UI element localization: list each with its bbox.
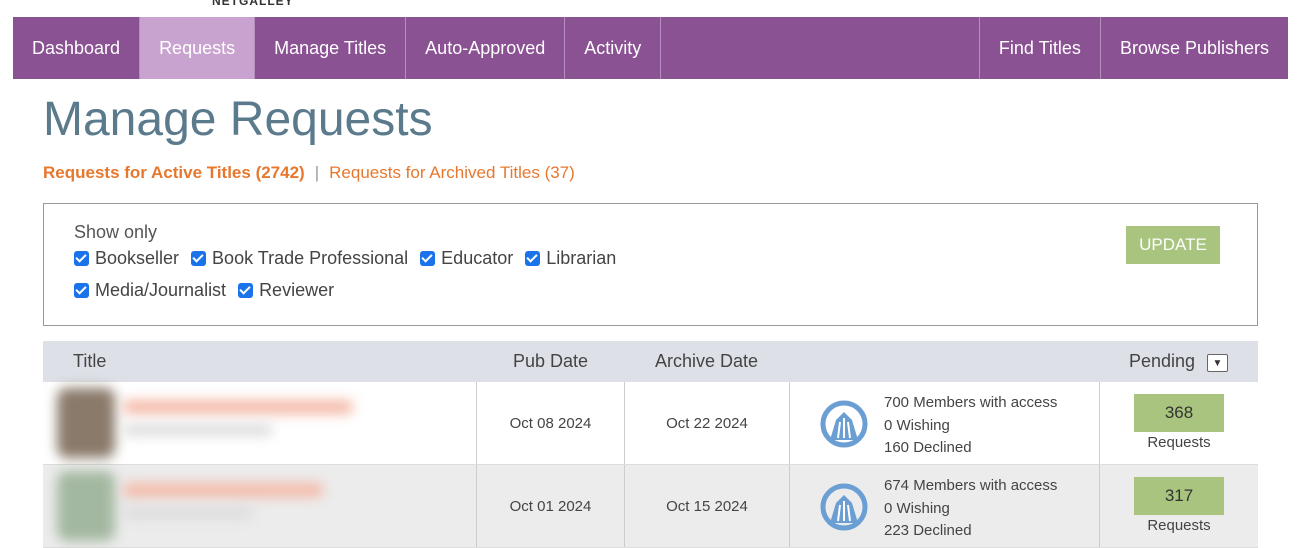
checkbox-checked-icon[interactable]	[420, 251, 436, 266]
stats-cell: 674 Members with access 0 Wishing 223 De…	[790, 465, 1100, 547]
table-header: Title Pub Date Archive Date Pending ▼	[43, 341, 1258, 382]
pending-cell: 368 Requests	[1100, 382, 1258, 464]
table-row[interactable]: Oct 08 2024 Oct 22 2024 700 Members with…	[43, 382, 1258, 465]
declined-count: 223 Declined	[884, 522, 972, 539]
nav-manage-titles[interactable]: Manage Titles	[255, 17, 407, 79]
pub-date: Oct 01 2024	[509, 497, 592, 515]
pending-label: Requests	[1147, 517, 1211, 534]
gauge-icon	[820, 483, 868, 531]
title-text-redacted[interactable]	[123, 483, 323, 497]
nav-requests[interactable]: Requests	[140, 17, 256, 79]
header-archive-date[interactable]: Archive Date	[655, 351, 758, 372]
caret-down-icon[interactable]: ▼	[1207, 354, 1228, 372]
filter-label: Librarian	[546, 248, 617, 268]
nav-find-titles[interactable]: Find Titles	[980, 17, 1101, 79]
author-text-redacted	[123, 507, 253, 519]
subnav-separator: |	[314, 163, 320, 182]
title-cell[interactable]	[43, 382, 477, 464]
book-cover-thumbnail[interactable]	[57, 388, 115, 458]
update-button[interactable]: UPDATE	[1126, 226, 1220, 264]
nav-activity[interactable]: Activity	[565, 17, 662, 79]
filter-librarian[interactable]: Librarian	[525, 248, 616, 269]
request-tabs: Requests for Active Titles (2742) | Requ…	[43, 163, 575, 183]
checkbox-checked-icon[interactable]	[74, 251, 89, 266]
author-text-redacted	[123, 424, 273, 436]
filter-reviewer[interactable]: Reviewer	[238, 280, 334, 301]
show-only-label: Show only	[74, 222, 158, 242]
requests-table: Title Pub Date Archive Date Pending ▼ Oc…	[43, 341, 1258, 548]
title-cell[interactable]	[43, 465, 477, 547]
checkbox-checked-icon[interactable]	[525, 251, 541, 266]
gauge-icon	[820, 400, 868, 448]
book-cover-thumbnail[interactable]	[57, 471, 115, 541]
filter-educator[interactable]: Educator	[420, 248, 513, 269]
checkbox-checked-icon[interactable]	[191, 251, 207, 266]
nav-auto-approved[interactable]: Auto-Approved	[406, 17, 566, 79]
nav-spacer	[661, 17, 980, 79]
main-nav: Dashboard Requests Manage Titles Auto-Ap…	[13, 17, 1288, 79]
header-title[interactable]: Title	[73, 351, 106, 372]
nav-dashboard[interactable]: Dashboard	[13, 17, 141, 79]
filter-label: Bookseller	[95, 248, 180, 268]
nav-browse-publishers[interactable]: Browse Publishers	[1101, 17, 1288, 79]
filter-media-journalist[interactable]: Media/Journalist	[74, 280, 226, 301]
archive-date: Oct 15 2024	[666, 497, 748, 515]
members-with-access: 674 Members with access	[884, 477, 1058, 494]
archived-titles-link[interactable]: Requests for Archived Titles (37)	[329, 163, 575, 183]
pending-requests-button[interactable]: 317	[1134, 477, 1224, 515]
filter-label: Media/Journalist	[95, 280, 227, 300]
checkbox-checked-icon[interactable]	[74, 283, 89, 298]
header-pending[interactable]: Pending	[1129, 351, 1195, 372]
filter-label: Educator	[441, 248, 514, 268]
logo-fragment: NETGALLEY	[212, 0, 294, 8]
page-title: Manage Requests	[43, 93, 433, 146]
checkbox-checked-icon[interactable]	[238, 283, 254, 298]
header-pub-date[interactable]: Pub Date	[513, 351, 588, 372]
declined-count: 160 Declined	[884, 439, 972, 456]
filter-label: Book Trade Professional	[212, 248, 409, 268]
wishing-count: 0 Wishing	[884, 499, 950, 517]
filter-label: Reviewer	[259, 280, 335, 300]
pending-cell: 317 Requests	[1100, 465, 1258, 547]
title-text-redacted[interactable]	[123, 400, 353, 414]
pending-requests-button[interactable]: 368	[1134, 394, 1224, 432]
pending-label: Requests	[1147, 434, 1211, 451]
filter-panel: Show only Bookseller Book Trade Professi…	[43, 203, 1258, 326]
table-row[interactable]: Oct 01 2024 Oct 15 2024 674 Members with…	[43, 465, 1258, 548]
active-titles-link[interactable]: Requests for Active Titles (2742)	[43, 163, 305, 183]
archive-date: Oct 22 2024	[666, 414, 748, 432]
filter-book-trade-professional[interactable]: Book Trade Professional	[191, 248, 408, 269]
filter-bookseller[interactable]: Bookseller	[74, 248, 179, 269]
members-with-access: 700 Members with access	[884, 394, 1058, 411]
pub-date: Oct 08 2024	[509, 414, 592, 432]
stats-cell: 700 Members with access 0 Wishing 160 De…	[790, 382, 1100, 464]
wishing-count: 0 Wishing	[884, 416, 950, 434]
